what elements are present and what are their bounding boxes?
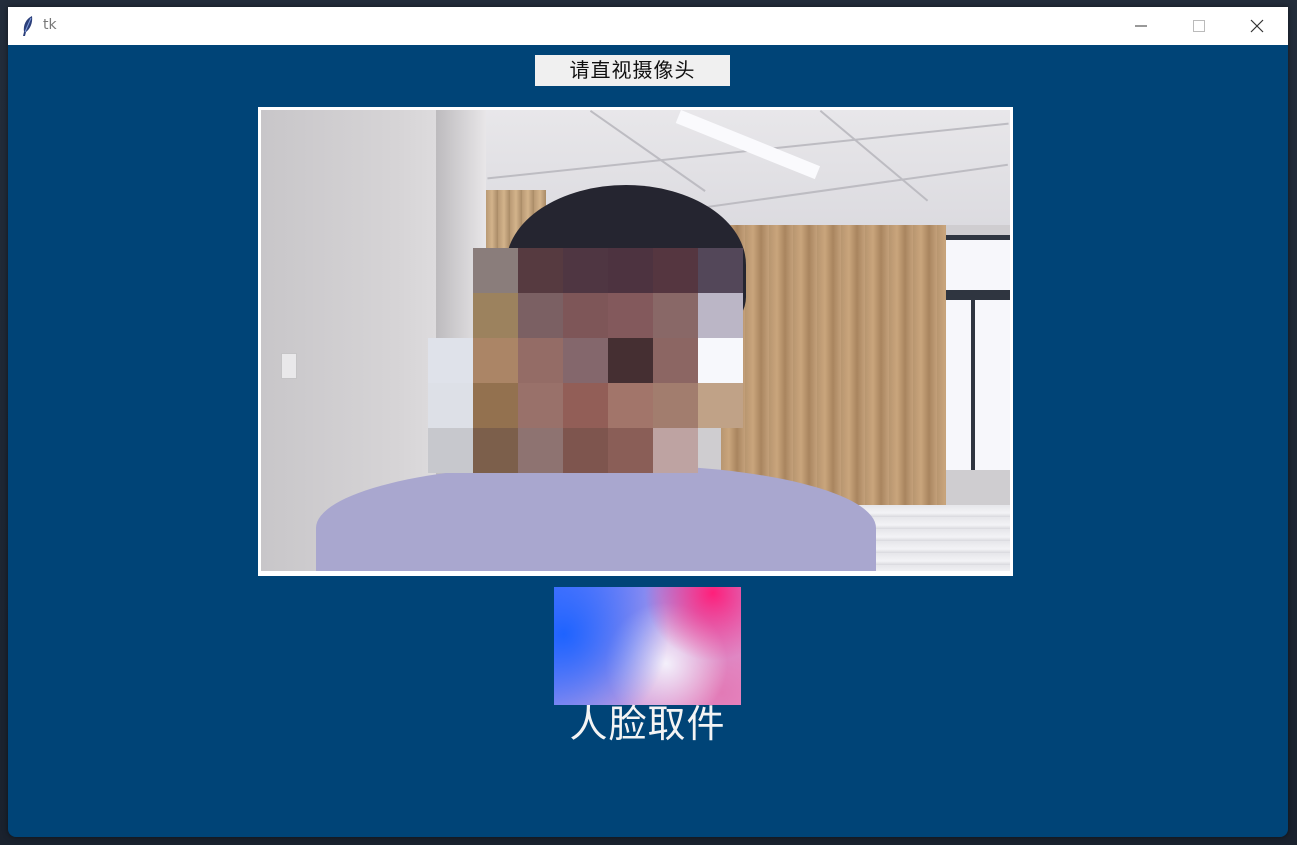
- window-title: tk: [43, 17, 57, 33]
- close-button[interactable]: [1228, 7, 1286, 45]
- face-pickup-label[interactable]: 人脸取件: [554, 701, 741, 747]
- window-frame: [971, 300, 975, 470]
- minimize-button[interactable]: [1112, 7, 1170, 45]
- face-pickup-button[interactable]: [554, 587, 741, 705]
- tk-feather-icon: [23, 16, 33, 36]
- app-window: tk 请直视摄像头 人脸取件: [8, 7, 1288, 837]
- curtain: [721, 225, 946, 515]
- wall-switch: [281, 353, 297, 379]
- room-window: [946, 235, 1010, 470]
- look-at-camera-label: 请直视摄像头: [535, 55, 730, 86]
- title-bar[interactable]: tk: [8, 7, 1288, 45]
- maximize-icon: [1193, 20, 1205, 32]
- close-icon: [1250, 19, 1264, 33]
- face-mosaic: [428, 248, 743, 473]
- window-frame: [946, 290, 1010, 300]
- maximize-button[interactable]: [1170, 7, 1228, 45]
- minimize-icon: [1135, 25, 1147, 27]
- window-frame: [946, 235, 1010, 240]
- person-shirt: [316, 465, 876, 571]
- camera-feed: [261, 110, 1010, 571]
- camera-frame: [258, 107, 1013, 576]
